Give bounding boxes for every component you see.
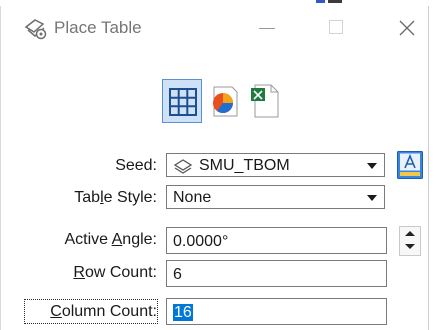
screen: Place Table Seed: SMU_TBOM Table Style: … [0, 0, 438, 330]
chevron-down-icon [367, 163, 377, 169]
excel-import-button[interactable] [246, 79, 286, 123]
seed-dropdown[interactable]: SMU_TBOM [166, 153, 385, 177]
chevron-down-icon [367, 195, 377, 201]
table-style-label: Table Style: [74, 189, 157, 206]
active-angle-value: 0.0000° [173, 233, 229, 250]
maximize-button[interactable] [326, 16, 352, 40]
pie-chart-icon [213, 86, 238, 117]
table-grid-icon [169, 88, 197, 116]
table-source-toolbar [162, 79, 292, 123]
background-window-fragment [328, 0, 342, 3]
place-table-app-icon [24, 19, 47, 40]
column-count-selected-text: 16 [173, 304, 193, 321]
place-table-dialog: Place Table Seed: SMU_TBOM Table Style: … [0, 6, 429, 330]
minimize-button[interactable] [256, 16, 282, 40]
text-style-icon [397, 151, 423, 179]
title-bar[interactable]: Place Table [1, 6, 428, 48]
table-style-value: None [173, 189, 212, 206]
close-icon [399, 20, 415, 36]
column-count-field[interactable]: 16 [166, 298, 387, 325]
text-style-button[interactable] [397, 151, 423, 179]
row-count-value: 6 [173, 266, 182, 283]
table-grid-button[interactable] [162, 79, 202, 123]
spin-down-icon[interactable] [405, 244, 415, 249]
column-count-label: Column Count: [50, 303, 157, 320]
row-count-field[interactable]: 6 [166, 260, 387, 287]
seed-cell-icon [173, 159, 193, 174]
column-count-value: 16 [173, 304, 193, 322]
active-angle-field[interactable]: 0.0000° [166, 227, 387, 254]
window-title: Place Table [54, 18, 142, 37]
angle-spinner[interactable] [399, 226, 421, 256]
seed-label: Seed: [115, 157, 157, 174]
row-count-label: Row Count: [73, 264, 157, 281]
close-button[interactable] [394, 16, 420, 40]
spin-up-icon[interactable] [405, 231, 415, 236]
table-style-dropdown[interactable]: None [166, 185, 385, 209]
active-angle-label: Active Angle: [64, 231, 157, 248]
pie-chart-button[interactable] [204, 79, 244, 123]
seed-value: SMU_TBOM [199, 157, 290, 174]
background-window-fragment [316, 0, 325, 3]
excel-file-icon [251, 84, 279, 118]
